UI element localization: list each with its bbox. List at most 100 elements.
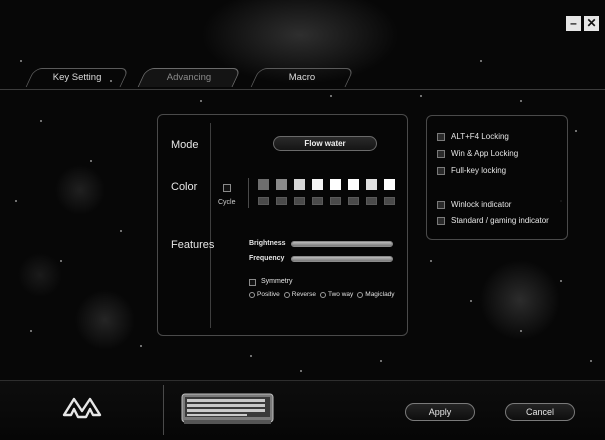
color-swatch[interactable]: [330, 179, 341, 190]
standard-gaming-indicator[interactable]: Standard / gaming indicator: [437, 216, 549, 225]
star-decoration: [15, 200, 17, 202]
color-swatch[interactable]: [348, 179, 359, 190]
radio-circle-icon: [319, 291, 326, 298]
checkbox-icon: [437, 200, 445, 209]
frequency-slider[interactable]: [291, 256, 393, 262]
color-swatch-toggle[interactable]: [384, 197, 395, 205]
star-decoration: [380, 360, 382, 362]
color-swatch-toggle[interactable]: [348, 197, 359, 205]
radio-magiclady[interactable]: Magiclady: [357, 291, 395, 298]
radio-two-way[interactable]: Two way: [319, 291, 354, 298]
tab-macro[interactable]: Macro: [250, 68, 355, 87]
panel-divider: [210, 123, 211, 328]
lock-alt-f4[interactable]: ALT+F4 Locking: [437, 132, 509, 141]
radio-circle-icon: [357, 291, 364, 298]
keyboard-image[interactable]: [180, 391, 275, 426]
brightness-fill: [292, 242, 392, 246]
star-decoration: [120, 230, 122, 232]
color-swatch-toggle[interactable]: [330, 197, 341, 205]
lock-full-key[interactable]: Full-key locking: [437, 166, 506, 175]
standard-gaming-indicator-label: Standard / gaming indicator: [451, 216, 549, 225]
star-decoration: [590, 360, 592, 362]
checkbox-icon: [437, 149, 445, 158]
cancel-button[interactable]: Cancel: [505, 403, 575, 421]
direction-radio-group: Positive Reverse Two way Magiclady: [249, 291, 395, 298]
features-label: Features: [171, 239, 215, 251]
star-decoration: [60, 260, 62, 262]
color-swatch[interactable]: [366, 179, 377, 190]
star-decoration: [250, 355, 252, 357]
winlock-indicator[interactable]: Winlock indicator: [437, 200, 511, 209]
radio-circle-icon: [249, 291, 255, 298]
color-swatch-toggle[interactable]: [276, 197, 287, 205]
lock-full-key-label: Full-key locking: [451, 166, 507, 175]
footer-bar: Apply Cancel: [0, 380, 605, 440]
locking-panel: ALT+F4 Locking Win & App Locking Full-ke…: [426, 115, 568, 240]
checkbox-icon: [437, 132, 445, 141]
lighting-settings-panel: Mode Flow water Color Cycle Features Bri…: [157, 114, 408, 336]
star-decoration: [40, 120, 42, 122]
radio-positive-label: Positive: [257, 291, 280, 298]
frequency-label: Frequency: [249, 255, 285, 262]
star-decoration: [470, 300, 472, 302]
color-swatch[interactable]: [276, 179, 287, 190]
color-swatch[interactable]: [258, 179, 269, 190]
star-decoration: [200, 100, 202, 102]
star-decoration: [520, 100, 522, 102]
star-decoration: [575, 130, 577, 132]
color-swatch[interactable]: [312, 179, 323, 190]
star-decoration: [480, 60, 482, 62]
window-controls: – ✕: [566, 16, 599, 31]
color-swatch-toggle[interactable]: [312, 197, 323, 205]
star-decoration: [20, 60, 22, 62]
tab-key-setting-label: Key Setting: [52, 72, 102, 83]
footer-divider: [163, 385, 164, 435]
star-decoration: [330, 95, 332, 97]
star-decoration: [30, 330, 32, 332]
apply-button[interactable]: Apply: [405, 403, 475, 421]
radio-reverse-label: Reverse: [291, 291, 316, 298]
radio-circle-icon: [283, 291, 290, 298]
lock-alt-f4-label: ALT+F4 Locking: [451, 132, 509, 141]
tab-macro-label: Macro: [289, 72, 316, 83]
tab-bar: Key Setting Advancing Macro: [0, 68, 605, 90]
star-decoration: [90, 160, 92, 162]
minimize-icon[interactable]: –: [566, 16, 581, 31]
color-divider: [248, 178, 249, 208]
checkbox-icon: [437, 166, 445, 175]
star-decoration: [140, 345, 142, 347]
star-decoration: [300, 370, 302, 372]
brightness-label: Brightness: [249, 240, 286, 247]
radio-two-way-label: Two way: [327, 291, 354, 298]
frequency-fill: [292, 257, 392, 261]
cycle-label: Cycle: [218, 199, 236, 206]
app-window: – ✕ Key Setting Advancing Macro Mode Flo…: [0, 0, 605, 440]
tab-key-setting[interactable]: Key Setting: [25, 68, 130, 87]
mode-label: Mode: [171, 139, 199, 151]
color-label: Color: [171, 181, 198, 193]
checkbox-icon: [437, 216, 445, 225]
symmetry-label: Symmetry: [261, 278, 293, 285]
winlock-indicator-label: Winlock indicator: [451, 200, 512, 209]
brightness-slider[interactable]: [291, 241, 393, 247]
star-decoration: [420, 95, 422, 97]
color-swatch[interactable]: [294, 179, 305, 190]
tab-advancing[interactable]: Advancing: [137, 68, 242, 87]
close-icon[interactable]: ✕: [584, 16, 599, 31]
lock-win-app-label: Win & App Locking: [451, 149, 519, 158]
logo-icon: [62, 397, 102, 419]
color-swatch-toggle[interactable]: [258, 197, 269, 205]
color-swatch-toggle[interactable]: [294, 197, 305, 205]
radio-positive[interactable]: Positive: [249, 291, 280, 298]
mode-select[interactable]: Flow water: [273, 136, 377, 151]
color-swatch[interactable]: [384, 179, 395, 190]
color-swatch-toggle[interactable]: [366, 197, 377, 205]
symmetry-checkbox[interactable]: [249, 279, 256, 286]
tab-advancing-label: Advancing: [167, 72, 212, 83]
radio-magiclady-label: Magiclady: [365, 291, 395, 298]
cycle-checkbox[interactable]: [223, 184, 231, 192]
star-decoration: [560, 280, 562, 282]
lock-win-app[interactable]: Win & App Locking: [437, 149, 518, 158]
radio-reverse[interactable]: Reverse: [283, 291, 316, 298]
star-decoration: [520, 330, 522, 332]
